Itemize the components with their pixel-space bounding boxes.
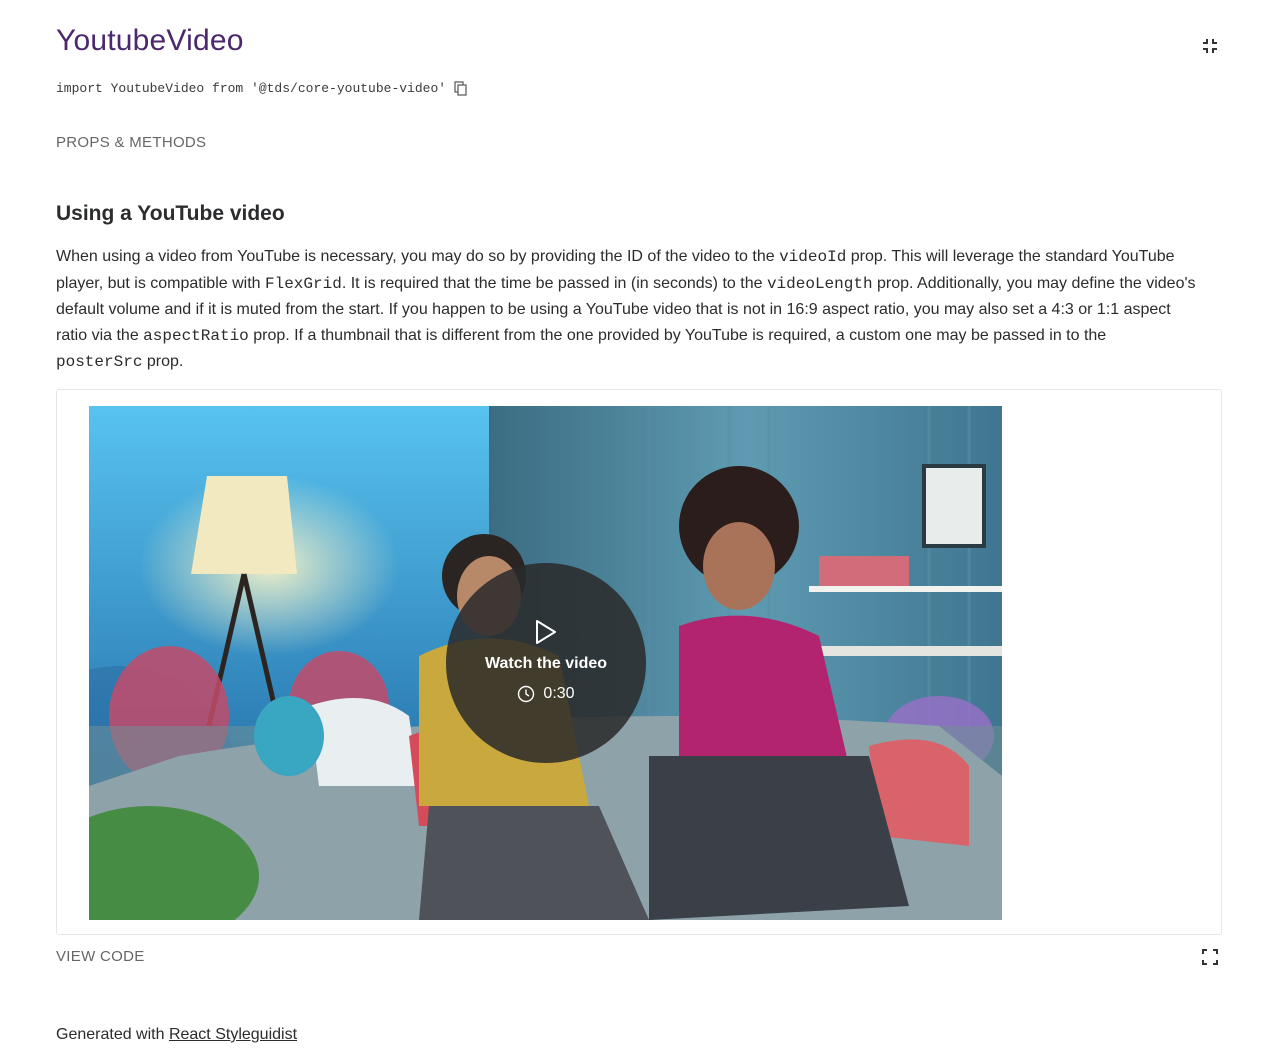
copy-button[interactable] — [454, 80, 468, 96]
description-text: . It is required that the time be passed… — [341, 274, 767, 292]
collapse-button[interactable] — [1200, 36, 1220, 56]
section-description: When using a video from YouTube is neces… — [56, 244, 1196, 376]
clock-icon — [518, 685, 535, 703]
code-aspect-ratio: aspectRatio — [143, 326, 249, 345]
watch-video-label: Watch the video — [484, 655, 608, 672]
example-preview: Watch the video 0:30 — [56, 389, 1222, 935]
code-poster-src: posterSrc — [56, 353, 143, 371]
description-text: prop. — [142, 353, 184, 370]
play-icon — [536, 620, 556, 644]
video-duration: 0:30 — [517, 685, 575, 703]
import-statement: import YoutubeVideo from '@tds/core-yout… — [56, 78, 468, 98]
code-video-length: videoLength — [766, 274, 873, 293]
view-code-button[interactable]: VIEW CODE — [56, 948, 145, 965]
collapse-icon — [1203, 39, 1217, 53]
copy-icon — [454, 80, 467, 96]
code-flexgrid: FlexGrid — [265, 274, 342, 293]
footer-prefix: Generated with — [56, 1026, 169, 1043]
description-text: When using a video from YouTube is neces… — [56, 248, 780, 265]
styleguidist-link[interactable]: React Styleguidist — [169, 1026, 297, 1043]
page-title: YoutubeVideo — [56, 24, 244, 57]
play-button[interactable]: Watch the video 0:30 — [446, 563, 646, 763]
import-code: import YoutubeVideo from '@tds/core-yout… — [56, 80, 447, 96]
duration-text: 0:30 — [543, 685, 575, 702]
props-methods-link[interactable]: PROPS & METHODS — [56, 134, 206, 151]
description-text: prop. If a thumbnail that is different f… — [248, 326, 1107, 344]
fullscreen-button[interactable] — [1200, 947, 1220, 967]
fullscreen-icon — [1202, 949, 1218, 965]
code-video-id: videoId — [779, 248, 847, 266]
section-heading: Using a YouTube video — [56, 202, 285, 225]
footer: Generated with React Styleguidist — [56, 1026, 297, 1044]
youtube-video-player[interactable]: Watch the video 0:30 — [89, 406, 1002, 920]
